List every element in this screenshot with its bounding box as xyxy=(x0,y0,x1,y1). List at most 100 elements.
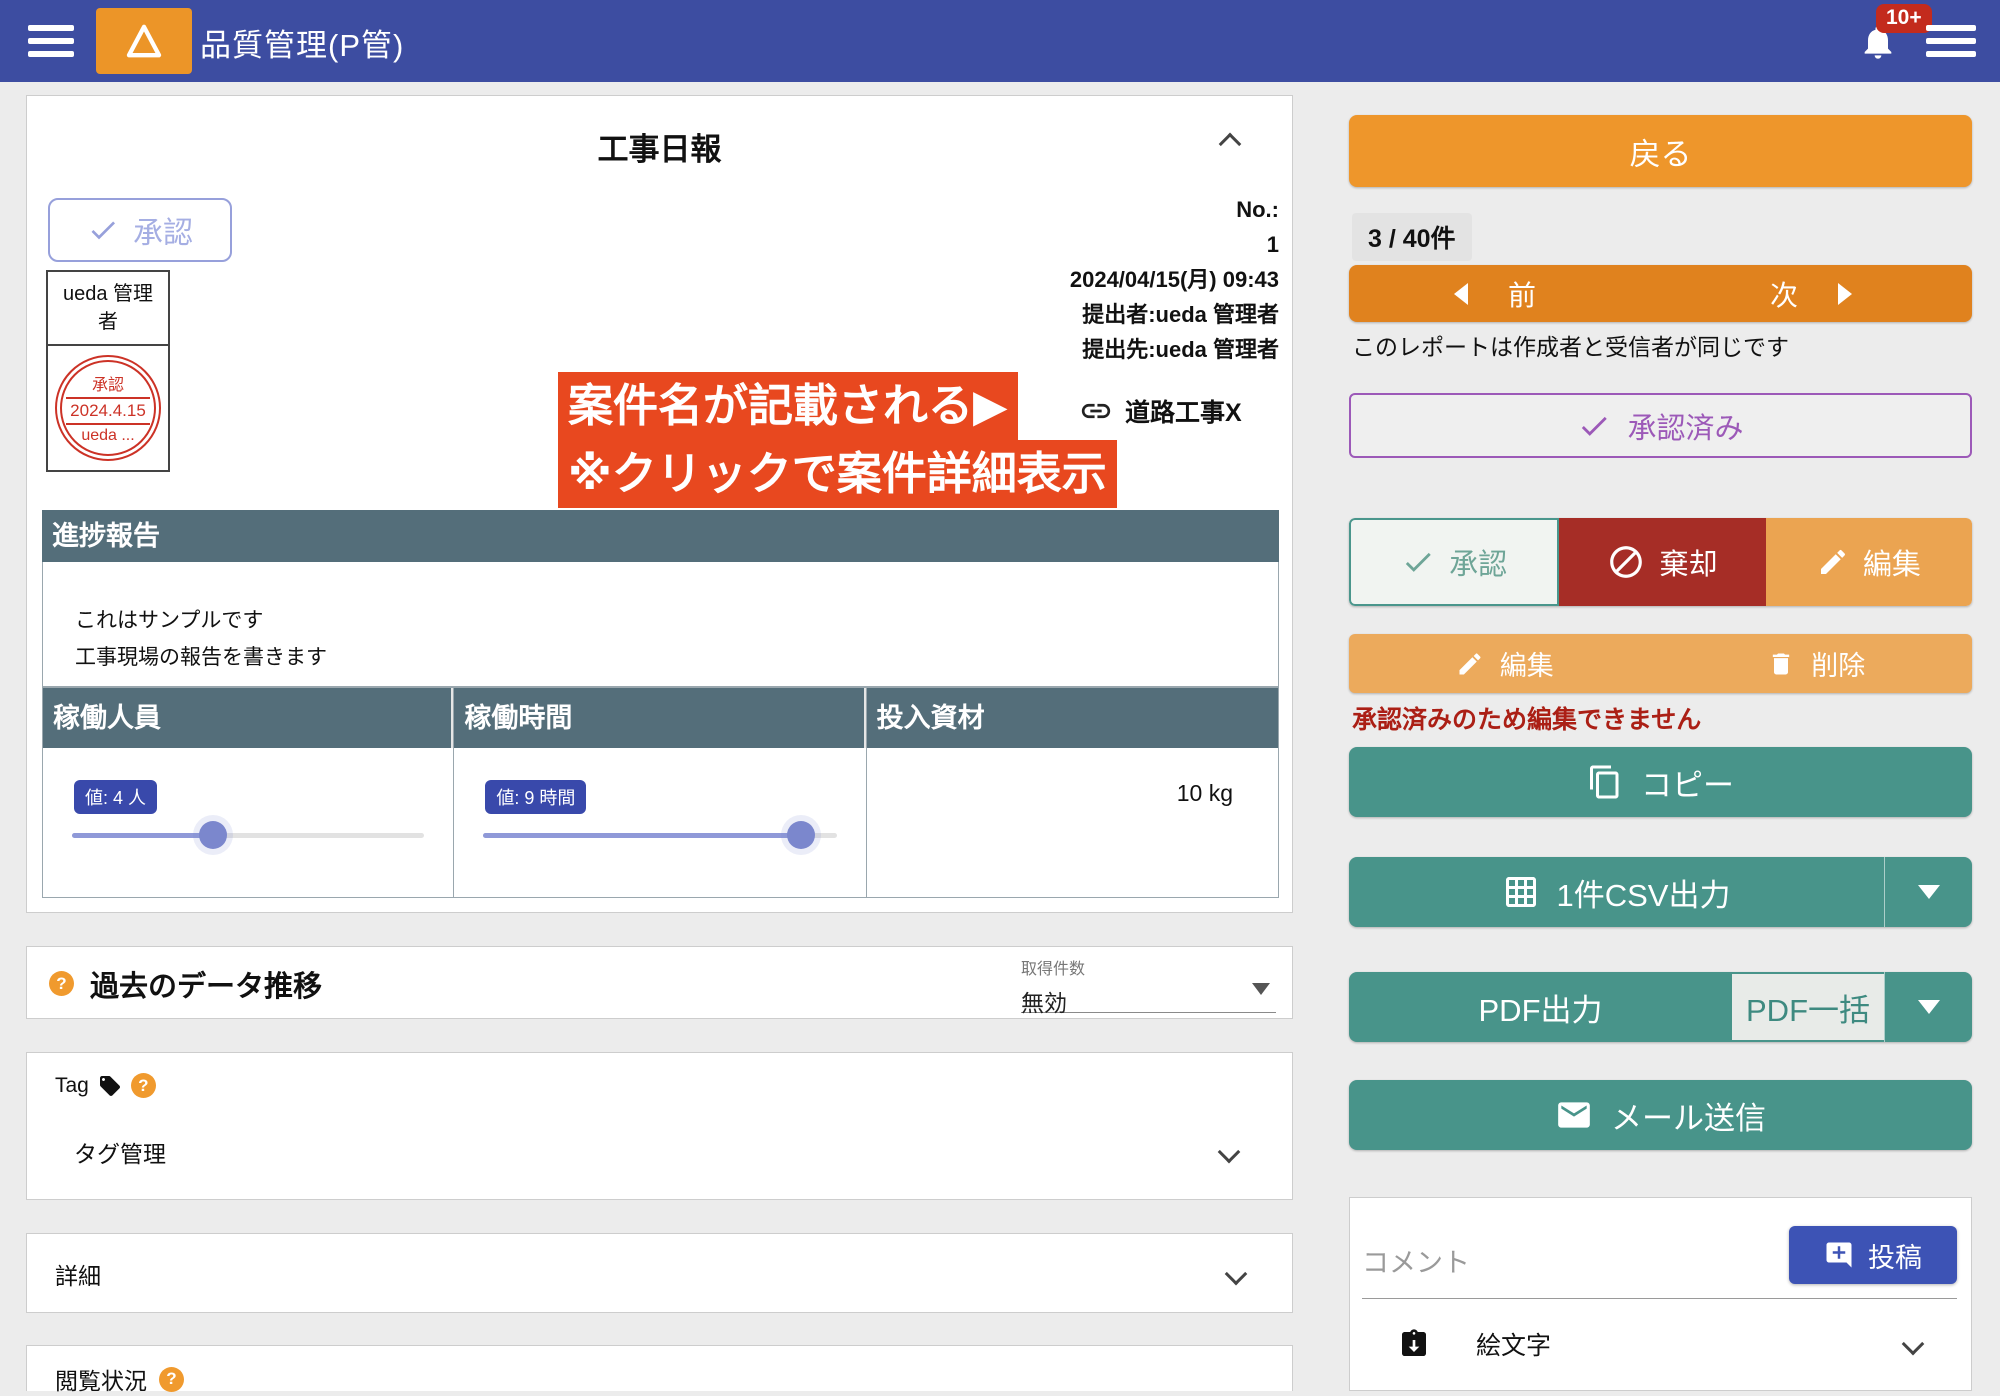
case-name-annotation: 案件名が記載される▶ ※クリックで案件詳細表示 xyxy=(558,372,1117,508)
detail-label: 詳細 xyxy=(55,1257,101,1291)
record-counter: 3 / 40件 xyxy=(1352,213,1472,261)
emoji-expander[interactable]: 絵文字 xyxy=(1398,1326,1921,1362)
back-button[interactable]: 戻る xyxy=(1349,115,1972,187)
link-icon xyxy=(1079,394,1113,428)
report-title: 工事日報 xyxy=(27,124,1292,169)
report-no-value: 1 xyxy=(1070,227,1279,262)
seal-user: ueda ... xyxy=(81,427,134,445)
tag-card: Tag ? タグ管理 xyxy=(26,1052,1293,1200)
report-field-columns: 稼働人員 値: 4 人 稼働時間 値: 9 時間 投入資材 10 kg xyxy=(42,687,1279,898)
annotation-line-2: ※クリックで案件詳細表示 xyxy=(558,440,1117,508)
history-title: 過去のデータ推移 xyxy=(90,963,322,1005)
reject-label: 棄却 xyxy=(1659,541,1717,583)
post-label: 投稿 xyxy=(1868,1236,1922,1275)
reject-button[interactable]: 棄却 xyxy=(1559,518,1765,606)
column-materials: 投入資材 10 kg xyxy=(867,687,1279,898)
prev-next-button: 前 次 xyxy=(1349,265,1972,322)
emoji-label: 絵文字 xyxy=(1476,1326,1905,1362)
collapse-report-button[interactable] xyxy=(1222,136,1238,157)
tag-management-expander[interactable]: タグ管理 xyxy=(74,1135,1237,1169)
comment-input[interactable]: コメント xyxy=(1362,1241,1470,1280)
mail-icon xyxy=(1555,1096,1593,1134)
tag-management-label: タグ管理 xyxy=(74,1135,166,1169)
approve-button[interactable]: 承認 xyxy=(1349,518,1559,606)
app-logo[interactable] xyxy=(96,8,192,74)
progress-section-header: 進捗報告 xyxy=(42,510,1279,562)
approve-reject-edit-group: 承認 棄却 編集 xyxy=(1349,518,1972,606)
dropdown-arrow-icon xyxy=(1918,1000,1940,1014)
materials-value: 10 kg xyxy=(1177,780,1233,807)
copy-icon xyxy=(1587,764,1623,800)
pdf-export-button[interactable]: PDF出力 xyxy=(1349,972,1732,1042)
chevron-down-icon xyxy=(1218,1141,1241,1164)
case-detail-link[interactable]: 道路工事X xyxy=(1079,393,1242,429)
prev-button[interactable]: 前 xyxy=(1454,274,1536,314)
dropdown-arrow-icon xyxy=(1918,885,1940,899)
next-label: 次 xyxy=(1770,274,1798,314)
comment-input-underline xyxy=(1362,1298,1957,1299)
stamp-seal-box: 承認 2024.4.15 ueda ... xyxy=(46,346,170,472)
hours-slider xyxy=(483,820,836,850)
same-author-note: このレポートは作成者と受信者が同じです xyxy=(1352,328,1789,362)
approval-stamp-label: 承認 xyxy=(133,208,193,252)
tag-icon xyxy=(98,1074,122,1098)
app-title: 品質管理(P管) xyxy=(200,20,404,65)
next-button[interactable]: 次 xyxy=(1770,274,1852,314)
progress-line-2: 工事現場の報告を書きます xyxy=(75,639,1278,676)
csv-export-button[interactable]: 1件CSV出力 xyxy=(1349,857,1972,927)
copy-button[interactable]: コピー xyxy=(1349,747,1972,817)
detail-expander[interactable]: 詳細 xyxy=(55,1234,1244,1314)
comment-card: コメント 投稿 絵文字 xyxy=(1349,1197,1972,1391)
case-link-label: 道路工事X xyxy=(1125,393,1242,429)
approval-stamp-button[interactable]: 承認 xyxy=(48,198,232,262)
edit-label: 編集 xyxy=(1863,541,1921,583)
mail-send-button[interactable]: メール送信 xyxy=(1349,1080,1972,1150)
tag-label: Tag xyxy=(55,1074,89,1098)
edit-button[interactable]: 編集 xyxy=(1766,518,1972,606)
check-icon xyxy=(1401,545,1435,579)
prev-label: 前 xyxy=(1508,274,1536,314)
pdf-dropdown-button[interactable] xyxy=(1884,972,1972,1042)
csv-label: 1件CSV出力 xyxy=(1557,870,1731,915)
help-icon[interactable]: ? xyxy=(159,1367,184,1392)
approved-edit-warning: 承認済みのため編集できません xyxy=(1352,700,1701,736)
chevron-down-icon xyxy=(1225,1263,1248,1286)
trash-icon xyxy=(1767,650,1795,678)
approval-seal: 承認 2024.4.15 ueda ... xyxy=(55,355,161,461)
pencil-icon xyxy=(1456,650,1484,678)
help-icon[interactable]: ? xyxy=(131,1073,156,1098)
chevron-up-icon xyxy=(1219,133,1242,156)
fetch-count-label: 取得件数 xyxy=(1021,955,1276,979)
slider-fill xyxy=(483,833,801,838)
approved-status-button[interactable]: 承認済み xyxy=(1349,393,1972,458)
detail-card: 詳細 xyxy=(26,1233,1293,1313)
delete-button-disabled[interactable]: 削除 xyxy=(1767,644,1865,683)
slider-thumb[interactable] xyxy=(199,821,227,849)
progress-report-body: これはサンプルです 工事現場の報告を書きます xyxy=(42,562,1279,687)
pdf-batch-button[interactable]: PDF一括 xyxy=(1732,974,1884,1040)
notification-count-badge[interactable]: 10+ xyxy=(1876,4,1932,33)
stamp-approver-name: ueda 管理者 xyxy=(46,270,170,346)
edit-button-disabled[interactable]: 編集 xyxy=(1456,644,1554,683)
slider-thumb[interactable] xyxy=(787,821,815,849)
column-workers: 稼働人員 値: 4 人 xyxy=(42,687,454,898)
delete-label: 削除 xyxy=(1811,644,1865,683)
history-card: ? 過去のデータ推移 取得件数 無効 xyxy=(26,946,1293,1019)
top-app-bar: 品質管理(P管) 10+ xyxy=(0,0,2000,82)
help-icon[interactable]: ? xyxy=(49,971,74,996)
post-comment-button[interactable]: 投稿 xyxy=(1789,1226,1957,1284)
column-materials-header: 投入資材 xyxy=(867,688,1278,748)
grid-icon xyxy=(1503,874,1539,910)
report-no-label: No.: xyxy=(1070,192,1279,227)
check-icon xyxy=(87,214,119,246)
menu-icon[interactable] xyxy=(28,25,74,57)
hours-value-badge: 値: 9 時間 xyxy=(485,780,586,814)
csv-dropdown-button[interactable] xyxy=(1884,857,1972,927)
clipboard-download-icon xyxy=(1398,1328,1430,1360)
view-status-card: 閲覧状況 ? xyxy=(26,1345,1293,1391)
fetch-count-select[interactable]: 取得件数 無効 xyxy=(1021,955,1276,1013)
workers-slider xyxy=(72,820,424,850)
overflow-menu-icon[interactable] xyxy=(1926,25,1976,57)
chevron-down-icon xyxy=(1902,1333,1925,1356)
report-meta: No.: 1 2024/04/15(月) 09:43 提出者:ueda 管理者 … xyxy=(1070,192,1279,367)
